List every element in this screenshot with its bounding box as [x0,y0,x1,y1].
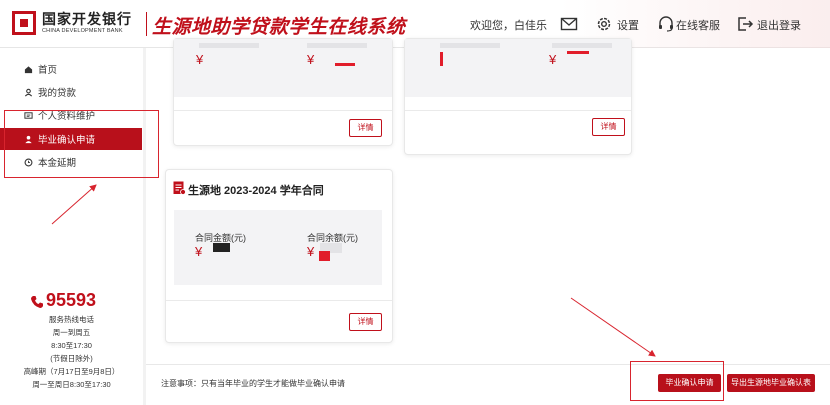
detail-button[interactable]: 详情 [349,119,382,137]
redacted-label [199,43,259,48]
sidebar: 首页 我的贷款 个人资料维护 毕业确认申请 本金延期 95593 服务热线电话 … [0,48,143,405]
welcome-text: 欢迎您，白佳乐 [470,20,547,32]
online-support-link[interactable]: 在线客服 [676,17,720,33]
sidebar-item-home[interactable]: 首页 [0,58,142,80]
detail-button[interactable]: 详情 [349,313,382,331]
bank-name-english: CHINA DEVELOPMENT BANK [42,28,123,34]
headset-icon[interactable] [657,15,675,33]
sidebar-item-my-loans[interactable]: 我的贷款 [0,81,142,103]
peak-period: 高峰期（7月17日至9月8日） [23,367,120,376]
sidebar-item-label: 首页 [38,65,58,76]
contract-title: 生源地 2023-2024 学年合同 [188,185,324,197]
action-bar: 注意事项：只有当年毕业的学生才能做毕业确认申请 毕业确认申请 导出生源地毕业确认… [146,364,830,405]
annotation-box-sidebar [4,110,159,178]
phone-icon [31,296,43,308]
export-confirmation-form-button[interactable]: 导出生源地毕业确认表 [727,374,815,392]
balance-currency: ¥ [307,52,315,67]
loan-icon [24,88,33,96]
contract-card: ¥ ¥ 详情 [173,38,393,146]
gear-icon[interactable] [595,15,613,33]
hotline-label: 服务热线电话 [49,315,94,324]
sidebar-item-label: 我的贷款 [38,88,77,99]
contract-document-icon [173,181,186,195]
notice-text: 注意事项：只有当年毕业的学生才能做毕业确认申请 [161,379,345,388]
home-icon [24,65,33,73]
mail-icon[interactable] [560,15,578,33]
main-content: ¥ ¥ 详情 ¥ 详情 生源地 2023-2024 学年合同 合同金额(元) ¥ [146,38,830,405]
contract-amount-currency: ¥ [195,244,203,259]
logo-divider [146,12,147,36]
detail-button[interactable]: 详情 [592,118,625,136]
bank-logo[interactable]: 国家开发银行 CHINA DEVELOPMENT BANK [12,9,142,39]
card-divider [174,110,392,111]
card-divider [166,300,392,301]
redacted-balance [319,251,330,261]
balance-currency: ¥ [549,52,557,67]
annotation-box-apply-button [630,361,724,401]
redacted-label [552,43,612,48]
peak-hours: 周一至周日8:30至17:30 [32,380,111,389]
service-days: 周一到周五 [52,328,91,337]
redacted-label [307,43,367,48]
card-amount-panel: ¥ ¥ [174,39,392,97]
contract-card-2023-2024: 生源地 2023-2024 学年合同 合同金额(元) ¥ 合同余额(元) ¥ 详… [165,169,393,343]
hotline-number: 95593 [46,290,97,310]
redacted-value [335,63,355,66]
contract-balance-currency: ¥ [307,244,315,259]
amount-currency: ¥ [196,52,204,67]
bank-name: 国家开发银行 [42,11,132,27]
redacted-value [440,52,443,66]
contract-card: ¥ 详情 [404,38,632,155]
system-title: 生源地助学贷款学生在线系统 [152,17,406,38]
card-divider [405,110,631,111]
redacted-value [567,51,589,54]
redacted-amount [213,243,230,252]
bank-logo-icon [12,11,36,35]
card-amount-panel: 合同金额(元) ¥ 合同余额(元) ¥ [174,210,382,285]
service-hours: 8:30至17:30 [51,341,92,350]
logout-link[interactable]: 退出登录 [757,17,801,33]
logout-icon[interactable] [736,15,754,33]
service-hours-note: (节假日除外) [50,354,93,363]
card-amount-panel: ¥ [405,39,631,97]
redacted-label [440,43,500,48]
settings-link[interactable]: 设置 [617,17,639,33]
